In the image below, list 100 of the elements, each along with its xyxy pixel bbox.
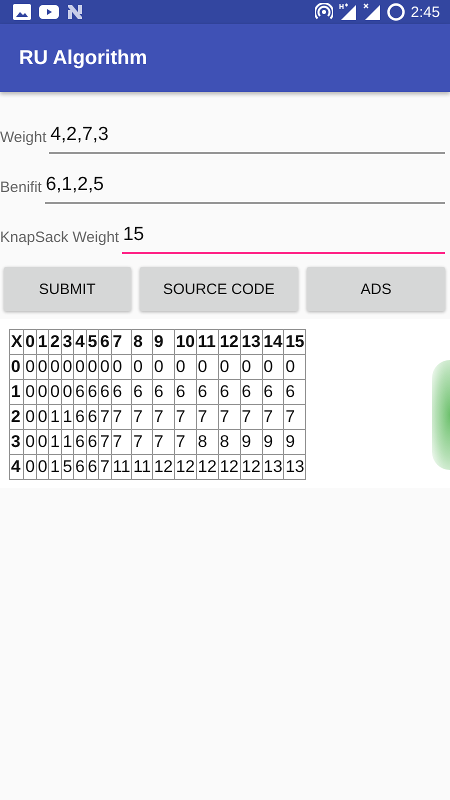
- row-header: 3: [10, 430, 24, 454]
- table-cell: 9: [262, 430, 284, 454]
- table-cell: 7: [196, 404, 218, 430]
- table-cell: 6: [98, 380, 112, 404]
- column-header: 10: [174, 330, 196, 354]
- column-header: 5: [86, 330, 99, 354]
- column-header: 1: [36, 330, 49, 354]
- table-cell: 1: [61, 404, 74, 430]
- table-cell: 0: [74, 354, 86, 380]
- column-header: 11: [196, 330, 218, 354]
- table-cell: 6: [174, 380, 196, 404]
- table-cell: 0: [36, 380, 49, 404]
- row-header: 0: [10, 354, 24, 380]
- field-label: KnapSack Weight: [0, 229, 119, 248]
- table-cell: 7: [284, 404, 306, 430]
- signal-icon: [338, 3, 357, 21]
- table-cell: 12: [196, 454, 218, 480]
- table-cell: 0: [61, 354, 74, 380]
- column-header: 2: [48, 330, 62, 354]
- source-code-button[interactable]: SOURCE CODE: [140, 267, 298, 311]
- table-cell: 6: [86, 454, 99, 480]
- table-cell: 7: [218, 404, 240, 430]
- table-cell: 9: [240, 430, 262, 454]
- table-cell: 7: [174, 404, 196, 430]
- field-label: Benifit: [0, 179, 42, 198]
- table-cell: 7: [262, 404, 284, 430]
- table-cell: 6: [152, 380, 174, 404]
- table-cell: 6: [86, 430, 99, 454]
- column-header: 0: [24, 330, 36, 354]
- table-cell: 7: [98, 454, 112, 480]
- table-cell: 12: [240, 454, 262, 480]
- column-header: 9: [152, 330, 174, 354]
- table-cell: 7: [132, 404, 152, 430]
- table-cell: 6: [111, 380, 132, 404]
- table-cell: 8: [218, 430, 240, 454]
- table-cell: 7: [132, 430, 152, 454]
- table-cell: 1: [48, 430, 62, 454]
- table-cell: 6: [74, 404, 86, 430]
- table-cell: 7: [111, 430, 132, 454]
- table-cell: 7: [98, 430, 112, 454]
- column-header: 13: [240, 330, 262, 354]
- table-cell: 0: [86, 354, 99, 380]
- row-header: 1: [10, 380, 24, 404]
- table-cell: 6: [74, 380, 86, 404]
- table-cell: 0: [61, 380, 74, 404]
- table-cell: 6: [86, 404, 99, 430]
- table-cell: 0: [36, 454, 49, 480]
- table-cell: 12: [218, 454, 240, 480]
- row-header: 2: [10, 404, 24, 430]
- table-cell: 6: [132, 380, 152, 404]
- table-cell: 6: [218, 380, 240, 404]
- table-cell: 0: [24, 354, 36, 380]
- table-cell: 6: [262, 380, 284, 404]
- table-cell: 0: [262, 354, 284, 380]
- signal-icon: [362, 3, 381, 21]
- row-header: 4: [10, 454, 24, 480]
- table-cell: 1: [61, 430, 74, 454]
- column-header: 7: [111, 330, 132, 354]
- table-cell: 7: [98, 404, 112, 430]
- table-cell: 11: [111, 454, 132, 480]
- table-cell: 0: [111, 354, 132, 380]
- table-cell: 12: [174, 454, 196, 480]
- table-cell: 7: [240, 404, 262, 430]
- column-header: 12: [218, 330, 240, 354]
- submit-button[interactable]: SUBMIT: [4, 267, 130, 311]
- table-cell: 13: [284, 454, 306, 480]
- column-header: 14: [262, 330, 284, 354]
- table-cell: 6: [196, 380, 218, 404]
- table-cell: 0: [98, 354, 112, 380]
- table-cell: 0: [24, 380, 36, 404]
- table-cell: 7: [152, 430, 174, 454]
- column-header: 15: [284, 330, 306, 354]
- app-title: RU Algorithm: [19, 46, 148, 70]
- ads-button[interactable]: ADS: [307, 267, 446, 311]
- table-cell: 0: [48, 354, 62, 380]
- table-cell: 0: [284, 354, 306, 380]
- table-cell: 6: [240, 380, 262, 404]
- hotspot-icon: [314, 3, 333, 21]
- battery-ring-icon: [386, 3, 405, 21]
- input-field[interactable]: 4,2,7,3: [49, 124, 445, 154]
- column-header: 8: [132, 330, 152, 354]
- column-header: 6: [98, 330, 112, 354]
- table-cell: 12: [152, 454, 174, 480]
- field-label: Weight: [0, 129, 46, 148]
- table-cell: 13: [262, 454, 284, 480]
- input-field[interactable]: 15: [122, 224, 445, 254]
- column-header: 4: [74, 330, 86, 354]
- input-field[interactable]: 6,1,2,5: [44, 174, 445, 204]
- table-cell: 0: [218, 354, 240, 380]
- table-cell: 8: [196, 430, 218, 454]
- column-header: X: [10, 330, 24, 354]
- play-icon: [39, 5, 59, 19]
- table-cell: 0: [36, 404, 49, 430]
- image-icon: [13, 4, 31, 20]
- table-cell: 1: [48, 404, 62, 430]
- table-cell: 0: [48, 380, 62, 404]
- table-cell: 0: [240, 354, 262, 380]
- table-cell: 7: [152, 404, 174, 430]
- table-cell: 0: [24, 454, 36, 480]
- table-cell: 6: [86, 380, 99, 404]
